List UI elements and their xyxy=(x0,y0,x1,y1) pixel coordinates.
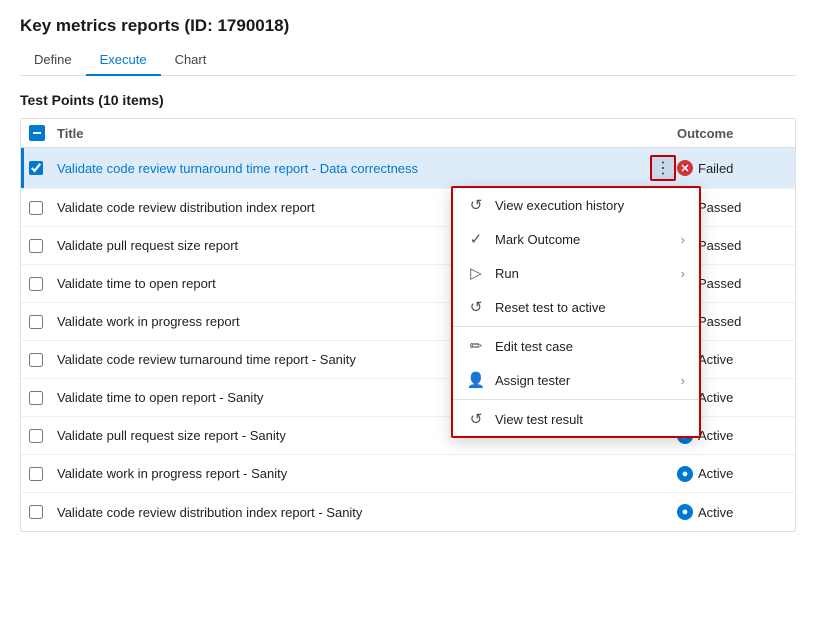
col-outcome-header: Outcome xyxy=(677,126,787,141)
ctx-mark-outcome[interactable]: ✓ Mark Outcome › xyxy=(453,222,699,256)
ctx-reset-label: Reset test to active xyxy=(495,300,606,315)
ctx-view-history-label: View execution history xyxy=(495,198,624,213)
row-checkbox-1[interactable] xyxy=(29,161,57,175)
tab-chart[interactable]: Chart xyxy=(161,46,221,75)
ctx-edit[interactable]: ✏ Edit test case xyxy=(453,329,699,363)
outcome-label-10: Active xyxy=(698,505,733,520)
selected-indicator xyxy=(21,148,24,188)
table-row[interactable]: Validate code review turnaround time rep… xyxy=(21,148,795,189)
arrow-icon-run: › xyxy=(681,266,685,281)
person-icon: 👤 xyxy=(467,371,485,389)
play-icon: ▷ xyxy=(467,264,485,282)
tab-define[interactable]: Define xyxy=(20,46,86,75)
ctx-run[interactable]: ▷ Run › xyxy=(453,256,699,290)
arrow-icon-mark: › xyxy=(681,232,685,247)
menu-divider-1 xyxy=(453,326,699,327)
test-points-table: Title Outcome Validate code review turna… xyxy=(20,118,796,532)
ctx-view-result[interactable]: ↺ View test result xyxy=(453,402,699,436)
menu-divider-2 xyxy=(453,399,699,400)
row-checkbox-7[interactable] xyxy=(29,391,57,405)
page-title: Key metrics reports (ID: 1790018) xyxy=(20,16,796,36)
outcome-label-8: Active xyxy=(698,428,733,443)
select-all-icon[interactable] xyxy=(29,125,45,141)
checkbox-6[interactable] xyxy=(29,353,43,367)
row-title-1: Validate code review turnaround time rep… xyxy=(57,161,649,176)
table-header: Title Outcome xyxy=(21,119,795,148)
outcome-label-5: Passed xyxy=(698,314,741,329)
ctx-reset[interactable]: ↺ Reset test to active xyxy=(453,290,699,324)
row-title-10: Validate code review distribution index … xyxy=(57,505,649,520)
checkbox-5[interactable] xyxy=(29,315,43,329)
row-title-9: Validate work in progress report - Sanit… xyxy=(57,466,649,481)
check-icon: ✓ xyxy=(467,230,485,248)
row-outcome-1: ✕ Failed xyxy=(677,160,787,176)
outcome-label-7: Active xyxy=(698,390,733,405)
checkbox-9[interactable] xyxy=(29,467,43,481)
checkbox-3[interactable] xyxy=(29,239,43,253)
row-checkbox-4[interactable] xyxy=(29,277,57,291)
col-title-header: Title xyxy=(57,126,677,141)
outcome-icon-failed: ✕ xyxy=(677,160,693,176)
checkbox-1[interactable] xyxy=(29,161,43,175)
outcome-label-2: Passed xyxy=(698,200,741,215)
outcome-label-9: Active xyxy=(698,466,733,481)
row-checkbox-10[interactable] xyxy=(29,505,57,519)
edit-icon: ✏ xyxy=(467,337,485,355)
outcome-label-1: Failed xyxy=(698,161,733,176)
ctx-assign[interactable]: 👤 Assign tester › xyxy=(453,363,699,397)
section-title: Test Points (10 items) xyxy=(20,92,796,108)
ctx-run-label: Run xyxy=(495,266,519,281)
ctx-assign-label: Assign tester xyxy=(495,373,570,388)
checkbox-8[interactable] xyxy=(29,429,43,443)
ctx-edit-label: Edit test case xyxy=(495,339,573,354)
context-menu: ↺ View execution history ✓ Mark Outcome … xyxy=(451,186,701,438)
row-checkbox-2[interactable] xyxy=(29,201,57,215)
outcome-label-3: Passed xyxy=(698,238,741,253)
row-checkbox-6[interactable] xyxy=(29,353,57,367)
row-checkbox-8[interactable] xyxy=(29,429,57,443)
table-row[interactable]: Validate code review distribution index … xyxy=(21,493,795,531)
outcome-icon-active-10: ● xyxy=(677,504,693,520)
ctx-mark-outcome-label: Mark Outcome xyxy=(495,232,580,247)
outcome-label-4: Passed xyxy=(698,276,741,291)
page-container: Key metrics reports (ID: 1790018) Define… xyxy=(0,0,816,542)
outcome-label-6: Active xyxy=(698,352,733,367)
checkbox-2[interactable] xyxy=(29,201,43,215)
context-menu-trigger[interactable]: ⋮ xyxy=(650,155,676,181)
checkbox-4[interactable] xyxy=(29,277,43,291)
outcome-icon-active-9: ● xyxy=(677,466,693,482)
ctx-view-result-label: View test result xyxy=(495,412,583,427)
checkbox-10[interactable] xyxy=(29,505,43,519)
checkbox-7[interactable] xyxy=(29,391,43,405)
header-checkbox-cell xyxy=(29,125,57,141)
row-checkbox-5[interactable] xyxy=(29,315,57,329)
row-actions-1: ⋮ xyxy=(649,155,677,181)
table-row[interactable]: Validate work in progress report - Sanit… xyxy=(21,455,795,493)
tabs-bar: Define Execute Chart xyxy=(20,46,796,76)
row-outcome-9: ● Active xyxy=(677,466,787,482)
arrow-icon-assign: › xyxy=(681,373,685,388)
row-checkbox-3[interactable] xyxy=(29,239,57,253)
row-checkbox-9[interactable] xyxy=(29,467,57,481)
ctx-view-history[interactable]: ↺ View execution history xyxy=(453,188,699,222)
row-outcome-10: ● Active xyxy=(677,504,787,520)
tab-execute[interactable]: Execute xyxy=(86,46,161,75)
result-icon: ↺ xyxy=(467,410,485,428)
reset-icon: ↺ xyxy=(467,298,485,316)
history-icon: ↺ xyxy=(467,196,485,214)
